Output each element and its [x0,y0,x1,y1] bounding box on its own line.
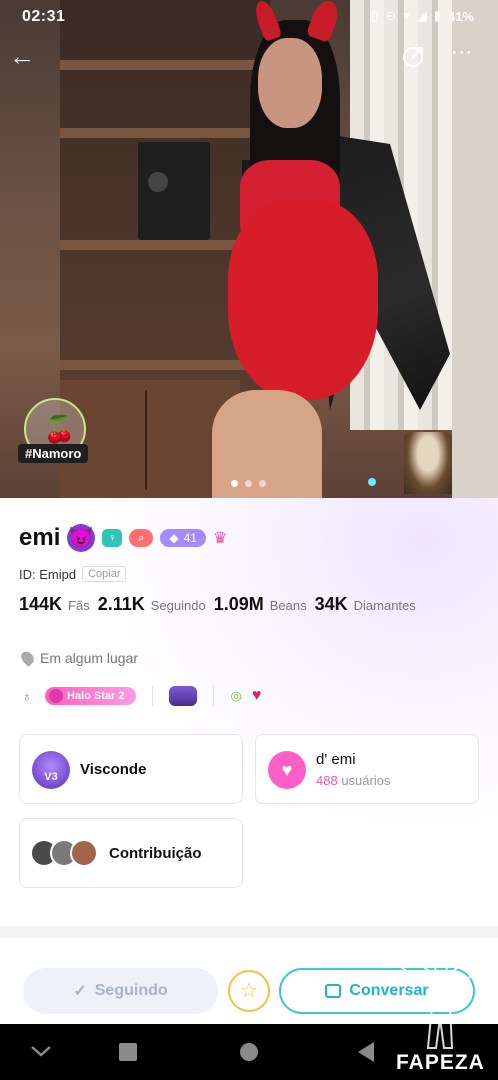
stats-row: 144K Fãs 2.11K Seguindo 1.09M Beans 34K … [19,594,418,615]
level-value: 41 [183,531,197,545]
diamonds-label: Diamantes [353,598,416,613]
lips-icon[interactable]: ♥ [252,687,262,705]
recents-icon[interactable] [119,1043,137,1061]
section-divider [0,926,498,938]
contributor-avatars [30,839,102,869]
photo-shelf [60,128,270,138]
battery-percent: 41% [447,8,474,24]
fan-club-count-label: usuários [337,773,391,788]
pager-dot[interactable] [259,480,266,487]
following-count[interactable]: 2.11K [98,594,145,615]
avatar [70,839,98,867]
diamonds-count: 34K [314,594,348,614]
heart-icon: ♥ [268,751,306,789]
name-row: emi 😈 ♀ ⌕ ◆ 41 ♛ [19,524,227,552]
watermark-text: FAPEZA [396,1051,485,1074]
divider [152,686,154,706]
halo-star-badge[interactable]: Halo Star 2 [45,687,137,705]
wifi-icon: ▾ [403,8,410,23]
gender-badge-icon: ♀ [102,529,123,547]
profile-photo[interactable]: 02:31 ▯ ⊖ ▾ ◢ ▮ 41% ← ⋯ 🍒 #Namoro [0,0,498,498]
back-triangle-icon[interactable] [358,1042,374,1062]
star-add-icon[interactable]: ☆ [228,970,270,1012]
gift-avatar[interactable] [404,432,452,494]
following-label: Seguindo [94,982,168,999]
photo-shelf [60,360,270,370]
following-button[interactable]: ✓ Seguindo [23,968,218,1014]
fan-club-card[interactable]: ♥ d' emi 488 usuários [255,734,479,804]
namoro-label: #Namoro [18,444,89,463]
fans-count[interactable]: 144K [19,594,62,615]
beans-count: 1.09M [213,594,264,614]
status-icons: ▯ ⊖ ▾ ◢ ▮ 41% [371,8,474,24]
crown-icon[interactable]: ♛ [213,528,227,548]
signal-icon: ◢ [416,8,427,23]
sparkle-icon [368,478,376,486]
ring-icon[interactable]: ◎ [230,688,241,704]
vibrate-icon: ▯ [371,8,379,23]
photo-stereo [138,142,210,240]
beans-label: Beans [269,598,307,613]
share-icon[interactable] [401,44,427,70]
top-nav: ← ⋯ [0,38,498,78]
pager-dot[interactable] [245,480,252,487]
profile-name: emi [19,524,61,551]
search-badge-icon: ⌕ [129,529,154,547]
location-row: Em algum lugar [18,649,139,667]
status-bar: 02:31 ▯ ⊖ ▾ ◢ ▮ 41% [0,0,498,34]
battery-icon: ▮ [433,8,441,23]
namoro-tag[interactable]: 🍒 #Namoro [18,398,94,464]
location-text: Em algum lugar [40,650,139,666]
photo-red-dress [228,200,378,400]
cherry-icon: 🍒 [43,414,76,444]
pager-dot[interactable] [231,480,238,487]
photo-legs [212,390,322,498]
dnd-icon: ⊖ [385,8,397,23]
location-pin-icon [18,649,37,667]
watermark-angel-icon [392,958,490,1049]
fans-label[interactable]: Fãs [68,598,90,613]
divider [213,686,215,706]
contribution-title: Contribuição [109,845,202,862]
profile-panel: emi 😈 ♀ ⌕ ◆ 41 ♛ ID: Emipd Copiar 144K F… [0,498,498,928]
photo-pager [231,480,266,487]
devil-emoji: 😈 [67,524,96,552]
diamond-icon: ◆ [169,531,179,545]
more-options-icon[interactable]: ⋯ [448,40,476,70]
copy-id-button[interactable]: Copiar [82,566,127,582]
medals-row[interactable]: ♁ Halo Star 2 ◎ ♥ [19,686,261,706]
visconde-card[interactable]: V3 Visconde [19,734,243,804]
profile-page: 02:31 ▯ ⊖ ▾ ◢ ▮ 41% ← ⋯ 🍒 #Namoro emi 😈 … [0,0,498,1080]
medal-icon: ♁ [21,688,33,704]
fan-club-title: d' emi [316,751,356,768]
check-icon: ✓ [73,983,87,1000]
chevron-down-icon[interactable] [30,1044,52,1058]
chat-icon [325,984,342,998]
level-badge[interactable]: ◆ 41 [160,529,206,547]
v3-badge-icon: V3 [32,751,70,789]
home-icon[interactable] [240,1043,258,1061]
id-row: ID: Emipd Copiar [19,566,127,582]
visconde-title: Visconde [80,761,147,778]
fan-club-count-value: 488 [316,773,338,788]
contribution-card[interactable]: Contribuição [19,818,243,888]
following-label[interactable]: Seguindo [151,598,206,613]
back-arrow-icon[interactable]: ← [8,42,36,72]
wolf-badge-icon[interactable] [169,686,198,706]
user-id: ID: Emipd [19,566,77,582]
status-time: 02:31 [22,8,66,25]
fan-club-count: 488 usuários [316,773,390,788]
